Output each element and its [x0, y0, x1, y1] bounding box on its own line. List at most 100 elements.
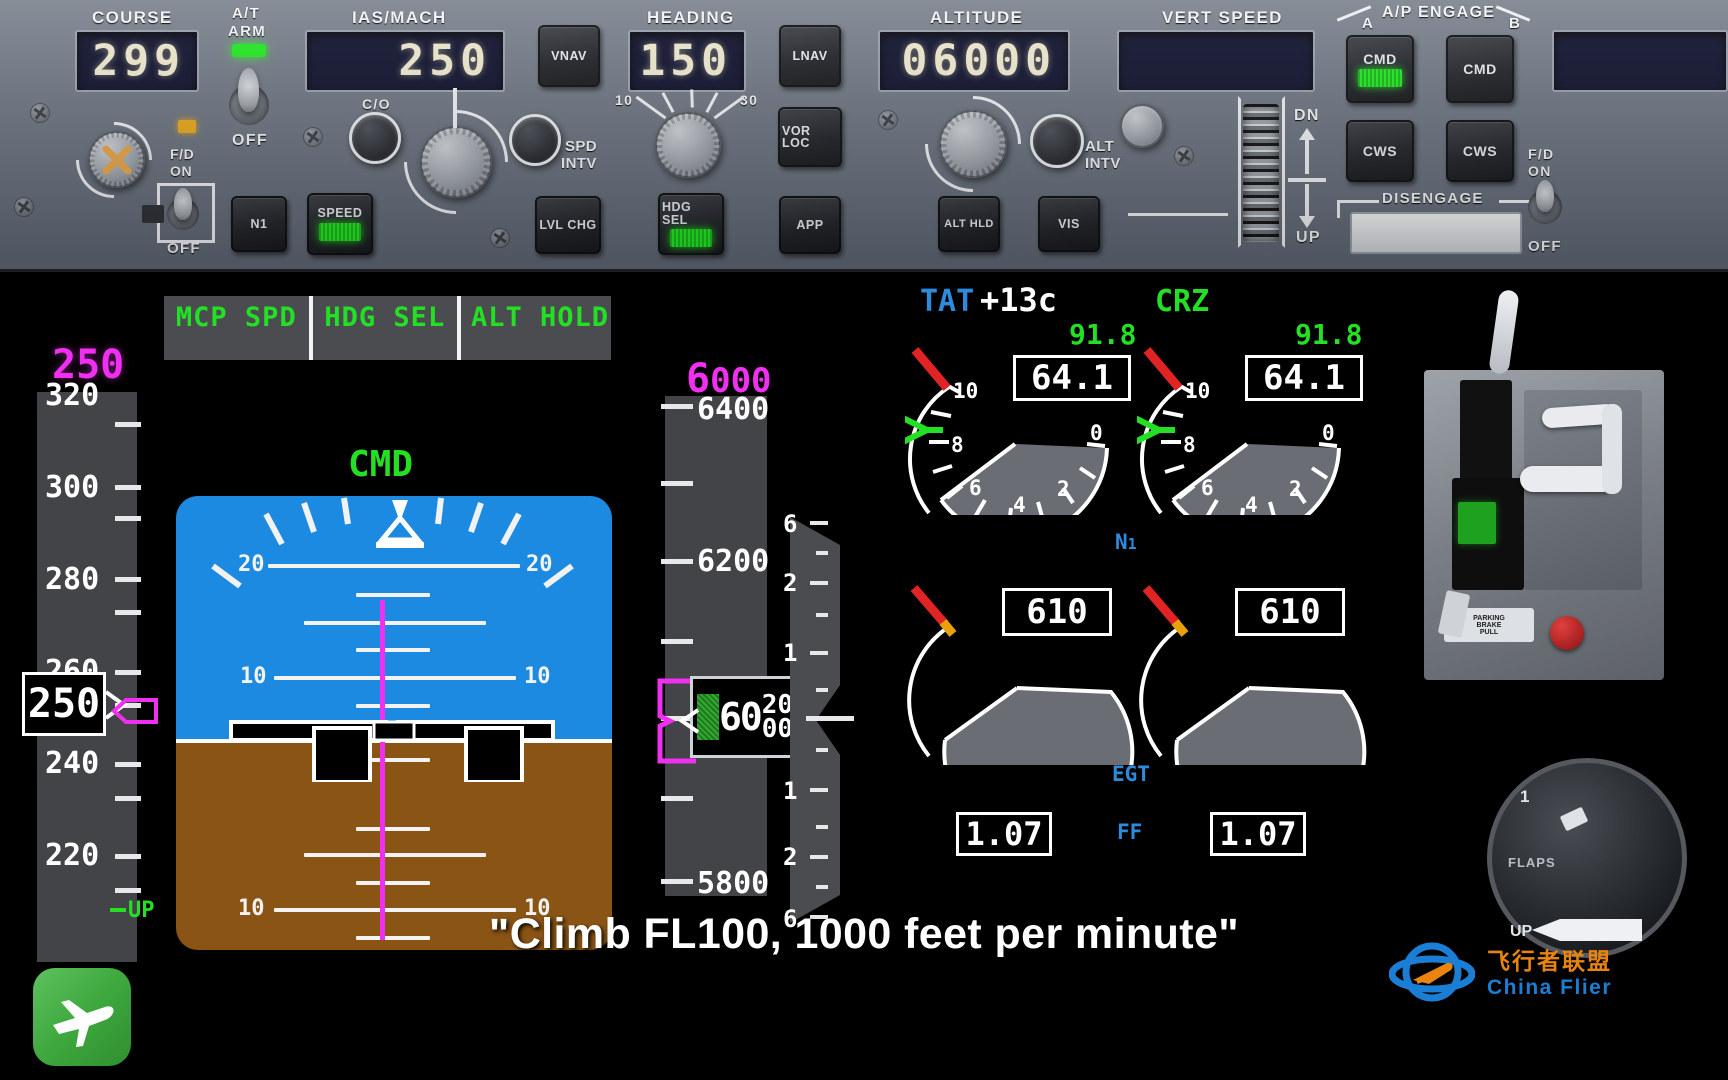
n1-readout-right: 64.1	[1245, 355, 1363, 401]
pitch-line-10-up	[274, 676, 516, 680]
n1-label: N1	[250, 216, 268, 231]
cmd-b-button[interactable]: CMD	[1446, 35, 1514, 103]
svg-text:2: 2	[1057, 477, 1070, 501]
alt-intv-button[interactable]	[1030, 114, 1084, 168]
alt-hld-button[interactable]: ALT HLD	[938, 196, 1000, 252]
throttle-column	[1602, 404, 1622, 494]
vs-up-label: UP	[1296, 229, 1321, 246]
vsi-label-up-6: 6	[783, 510, 798, 538]
speed-button[interactable]: SPEED	[307, 193, 373, 255]
heading-tick	[690, 89, 694, 108]
svg-text:8: 8	[951, 433, 964, 457]
airspeed-major-tick	[115, 670, 141, 675]
airspeed-minor-tick	[115, 796, 141, 801]
at-arm-off-label: OFF	[232, 132, 268, 149]
heading-selector-knob[interactable]	[655, 112, 721, 178]
tat-value: +13c	[980, 281, 1058, 319]
pitch-label-20-up-right: 20	[526, 552, 553, 577]
co-label: C/O	[362, 96, 391, 112]
cmd-b-label: CMD	[1463, 61, 1497, 77]
spd-intv-label-1: SPD	[565, 138, 598, 155]
spd-intv-label-2: INTV	[561, 155, 597, 172]
vertical-speed-wheel[interactable]	[1243, 104, 1279, 242]
cmd-a-button[interactable]: CMD	[1346, 35, 1414, 103]
svg-text:2: 2	[1289, 477, 1302, 501]
lvl-chg-label: LVL CHG	[539, 217, 597, 232]
vsi-label-up-1: 1	[783, 639, 798, 667]
airspeed-minor-tick	[115, 422, 141, 427]
fd-on-right-label-2: ON	[1528, 163, 1552, 179]
vert-speed-small-knob[interactable]	[1120, 104, 1164, 148]
watermark-logo: 飞行者联盟 China Flier	[1389, 938, 1612, 1010]
cws-a-label: CWS	[1362, 143, 1398, 159]
hdg-sel-label: HDG SEL	[662, 200, 692, 227]
panel-screw	[490, 228, 510, 248]
selected-speed-bug	[110, 697, 158, 725]
airspeed-minor-tick	[115, 888, 141, 893]
course-knob-cross-icon	[98, 141, 136, 179]
altitude-major-tick	[661, 879, 693, 884]
ias-mach-display: 250	[305, 30, 505, 92]
pitch-line-20-up	[268, 564, 520, 568]
vsi-label-dn-2: 2	[783, 843, 798, 871]
heading-tick	[635, 95, 667, 120]
heading-tick	[661, 92, 675, 113]
ff-readout-left: 1.07	[956, 812, 1052, 856]
fd-switch-stub	[142, 205, 164, 223]
panel-screw	[878, 110, 898, 130]
vnav-button[interactable]: VNAV	[538, 25, 600, 87]
fd-switch-toggle[interactable]	[174, 188, 192, 220]
lvl-chg-button[interactable]: LVL CHG	[535, 196, 601, 254]
fd-right-switch-toggle[interactable]	[1536, 180, 1554, 212]
altitude-tick-6400: 6400	[697, 392, 770, 427]
disengage-bracket-corner	[1337, 200, 1340, 218]
altitude-pointer-icon	[676, 708, 702, 734]
svg-text:8: 8	[1183, 433, 1196, 457]
altitude-tick-label: 6400	[697, 392, 769, 427]
altitude-tape: 6400 6200 5800	[661, 392, 770, 901]
fma-roll-mode: HDG SEL	[324, 302, 446, 333]
altitude-tick-6200: 6200	[697, 544, 770, 579]
svg-text:4: 4	[1245, 493, 1258, 515]
current-altitude-thousands: 60	[719, 695, 763, 739]
svg-text:6: 6	[1201, 476, 1214, 500]
vis-button[interactable]: VIS	[1038, 196, 1100, 252]
airspeed-major-tick	[115, 762, 141, 767]
speed-selector-knob[interactable]	[420, 126, 492, 198]
cws-b-button[interactable]: CWS	[1446, 120, 1514, 182]
app-button[interactable]: APP	[779, 196, 841, 254]
fd-on-label-1: F/D	[170, 146, 195, 162]
ias-mach-label: IAS/MACH	[352, 8, 447, 27]
vs-down-arrow-icon	[1296, 184, 1318, 228]
vor-loc-button[interactable]: VOR LOC	[778, 107, 842, 167]
vert-speed-divider	[1128, 213, 1228, 216]
tat-label: TAT	[920, 284, 975, 319]
app-icon[interactable]	[33, 968, 131, 1066]
flight-mode-annunciator: MCP SPD HDG SEL ALT HOLD	[164, 296, 611, 360]
pitch-line-15-up	[356, 593, 430, 597]
speedbrake-lever[interactable]	[1488, 289, 1520, 375]
cws-b-label: CWS	[1462, 143, 1498, 159]
at-arm-label-2: ARM	[228, 23, 267, 40]
at-arm-switch-toggle[interactable]	[238, 68, 259, 112]
lnav-button[interactable]: LNAV	[779, 25, 841, 87]
cws-a-button[interactable]: CWS	[1346, 120, 1414, 182]
speed-lamp	[319, 222, 361, 241]
panel-screw	[1174, 146, 1194, 166]
n1-button[interactable]: N1	[231, 196, 287, 252]
airspeed-minor-tick	[115, 516, 141, 521]
co-button[interactable]	[349, 112, 401, 164]
cmd-a-lamp	[1358, 68, 1402, 87]
course-label: COURSE	[92, 8, 173, 27]
svg-text:4: 4	[1013, 493, 1026, 515]
panel-screw	[14, 197, 34, 217]
pitch-line-12-up	[304, 621, 486, 625]
parking-brake-line1: PARKING	[1473, 614, 1505, 622]
altitude-selector-knob[interactable]	[939, 110, 1007, 178]
cmd-annunciator: CMD	[348, 444, 414, 485]
hdg-sel-button[interactable]: HDG SEL	[658, 193, 724, 255]
spd-intv-button[interactable]	[509, 114, 561, 166]
at-arm-lamp	[232, 44, 266, 57]
ap-disengage-bar[interactable]	[1350, 212, 1522, 254]
vs-center-tick	[1288, 178, 1326, 182]
